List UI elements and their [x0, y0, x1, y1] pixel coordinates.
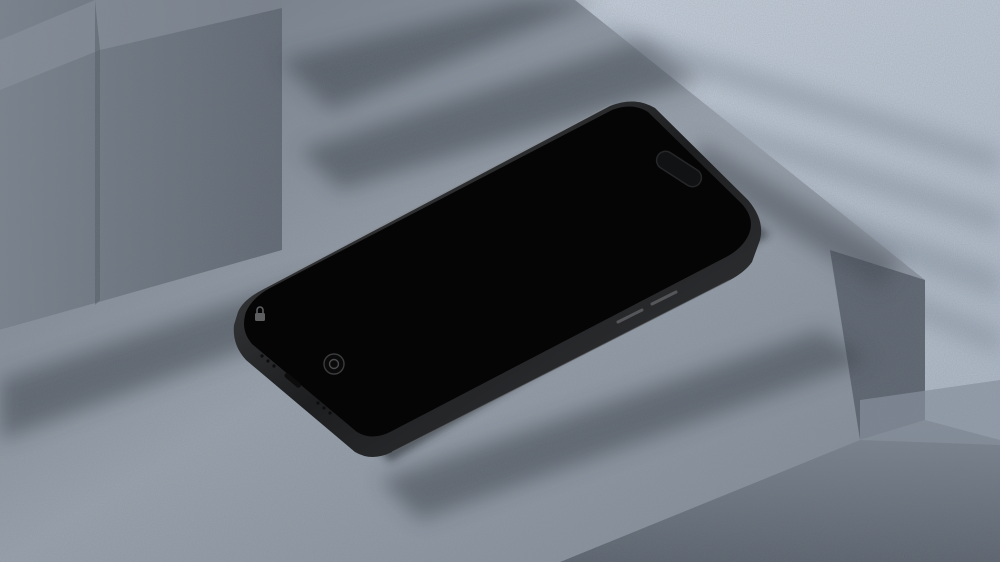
photo-scene: [0, 0, 1000, 562]
camera-icon: [323, 353, 345, 375]
